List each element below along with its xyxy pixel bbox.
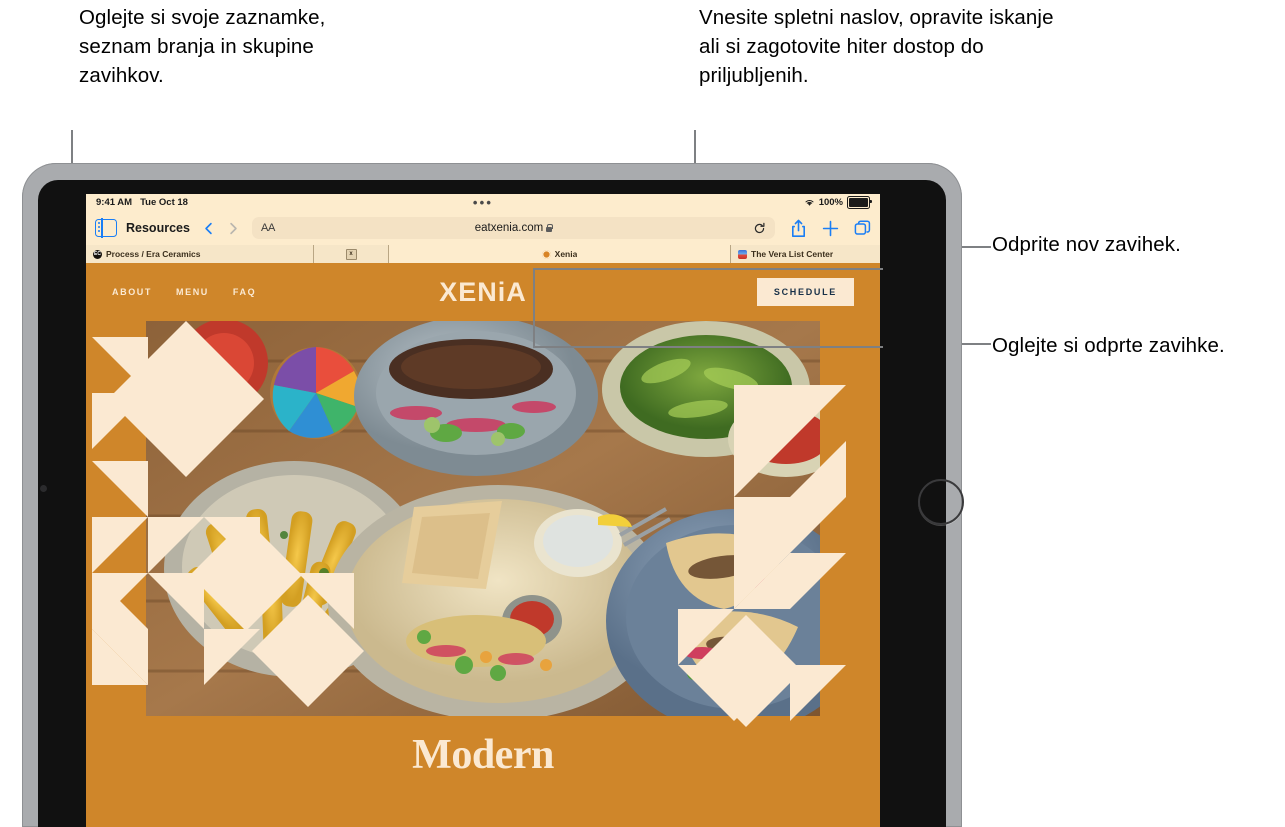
ipad-screen: 9:41 AM Tue Oct 18 ••• 100% Resources AA… bbox=[86, 194, 880, 827]
wifi-icon bbox=[804, 198, 815, 207]
reload-icon[interactable] bbox=[753, 222, 766, 235]
tab-item-active[interactable]: Xenia bbox=[389, 245, 731, 263]
callout-show-tabs-text: Oglejte si odprte zavihke. bbox=[992, 334, 1225, 357]
safari-toolbar: Resources AA eatxenia.com bbox=[86, 211, 880, 245]
callout-sidebar-text: Oglejte si svoje zaznamke, seznam branja… bbox=[79, 6, 326, 87]
battery-icon bbox=[847, 196, 872, 209]
callout-new-tab-text: Odprite nov zavihek. bbox=[992, 233, 1181, 256]
food-photo bbox=[146, 321, 820, 716]
site-headline: Modern bbox=[412, 732, 554, 778]
chevron-right-icon[interactable] bbox=[227, 222, 240, 235]
address-bar[interactable]: AA eatxenia.com bbox=[251, 217, 775, 239]
screenshot-root: Oglejte si svoje zaznamke, seznam branja… bbox=[0, 0, 1285, 827]
chevron-left-icon[interactable] bbox=[202, 222, 215, 235]
tabs-icon[interactable] bbox=[854, 219, 871, 238]
front-camera bbox=[40, 485, 47, 492]
tab-bar: Process / Era Ceramics Xenia The Vera Li… bbox=[86, 245, 880, 263]
x-favicon bbox=[345, 248, 357, 260]
callout-address-text: Vnesite spletni naslov, opravite iskanje… bbox=[699, 6, 1054, 87]
tab-title: Process / Era Ceramics bbox=[106, 249, 201, 259]
sidebar-title: Resources bbox=[126, 221, 190, 235]
vera-favicon bbox=[738, 249, 747, 259]
home-button[interactable] bbox=[918, 479, 964, 525]
status-bar: 9:41 AM Tue Oct 18 ••• 100% bbox=[86, 194, 880, 211]
multitask-dots[interactable]: ••• bbox=[86, 196, 880, 209]
xenia-favicon bbox=[541, 249, 551, 259]
tab-title: Xenia bbox=[554, 249, 578, 259]
lock-icon bbox=[546, 224, 553, 232]
tab-item[interactable] bbox=[314, 245, 389, 263]
plus-icon[interactable] bbox=[822, 219, 839, 238]
ec-favicon bbox=[93, 249, 102, 259]
hero-food-photo bbox=[146, 321, 820, 716]
tab-title: The Vera List Center bbox=[751, 249, 834, 259]
sidebar-icon[interactable] bbox=[95, 218, 117, 238]
tab-item[interactable]: Process / Era Ceramics bbox=[86, 245, 314, 263]
tab-item[interactable]: The Vera List Center bbox=[731, 245, 880, 263]
address-bar-url: eatxenia.com bbox=[252, 222, 775, 234]
share-icon[interactable] bbox=[790, 219, 807, 238]
schedule-button[interactable]: SCHEDULE bbox=[756, 278, 854, 306]
